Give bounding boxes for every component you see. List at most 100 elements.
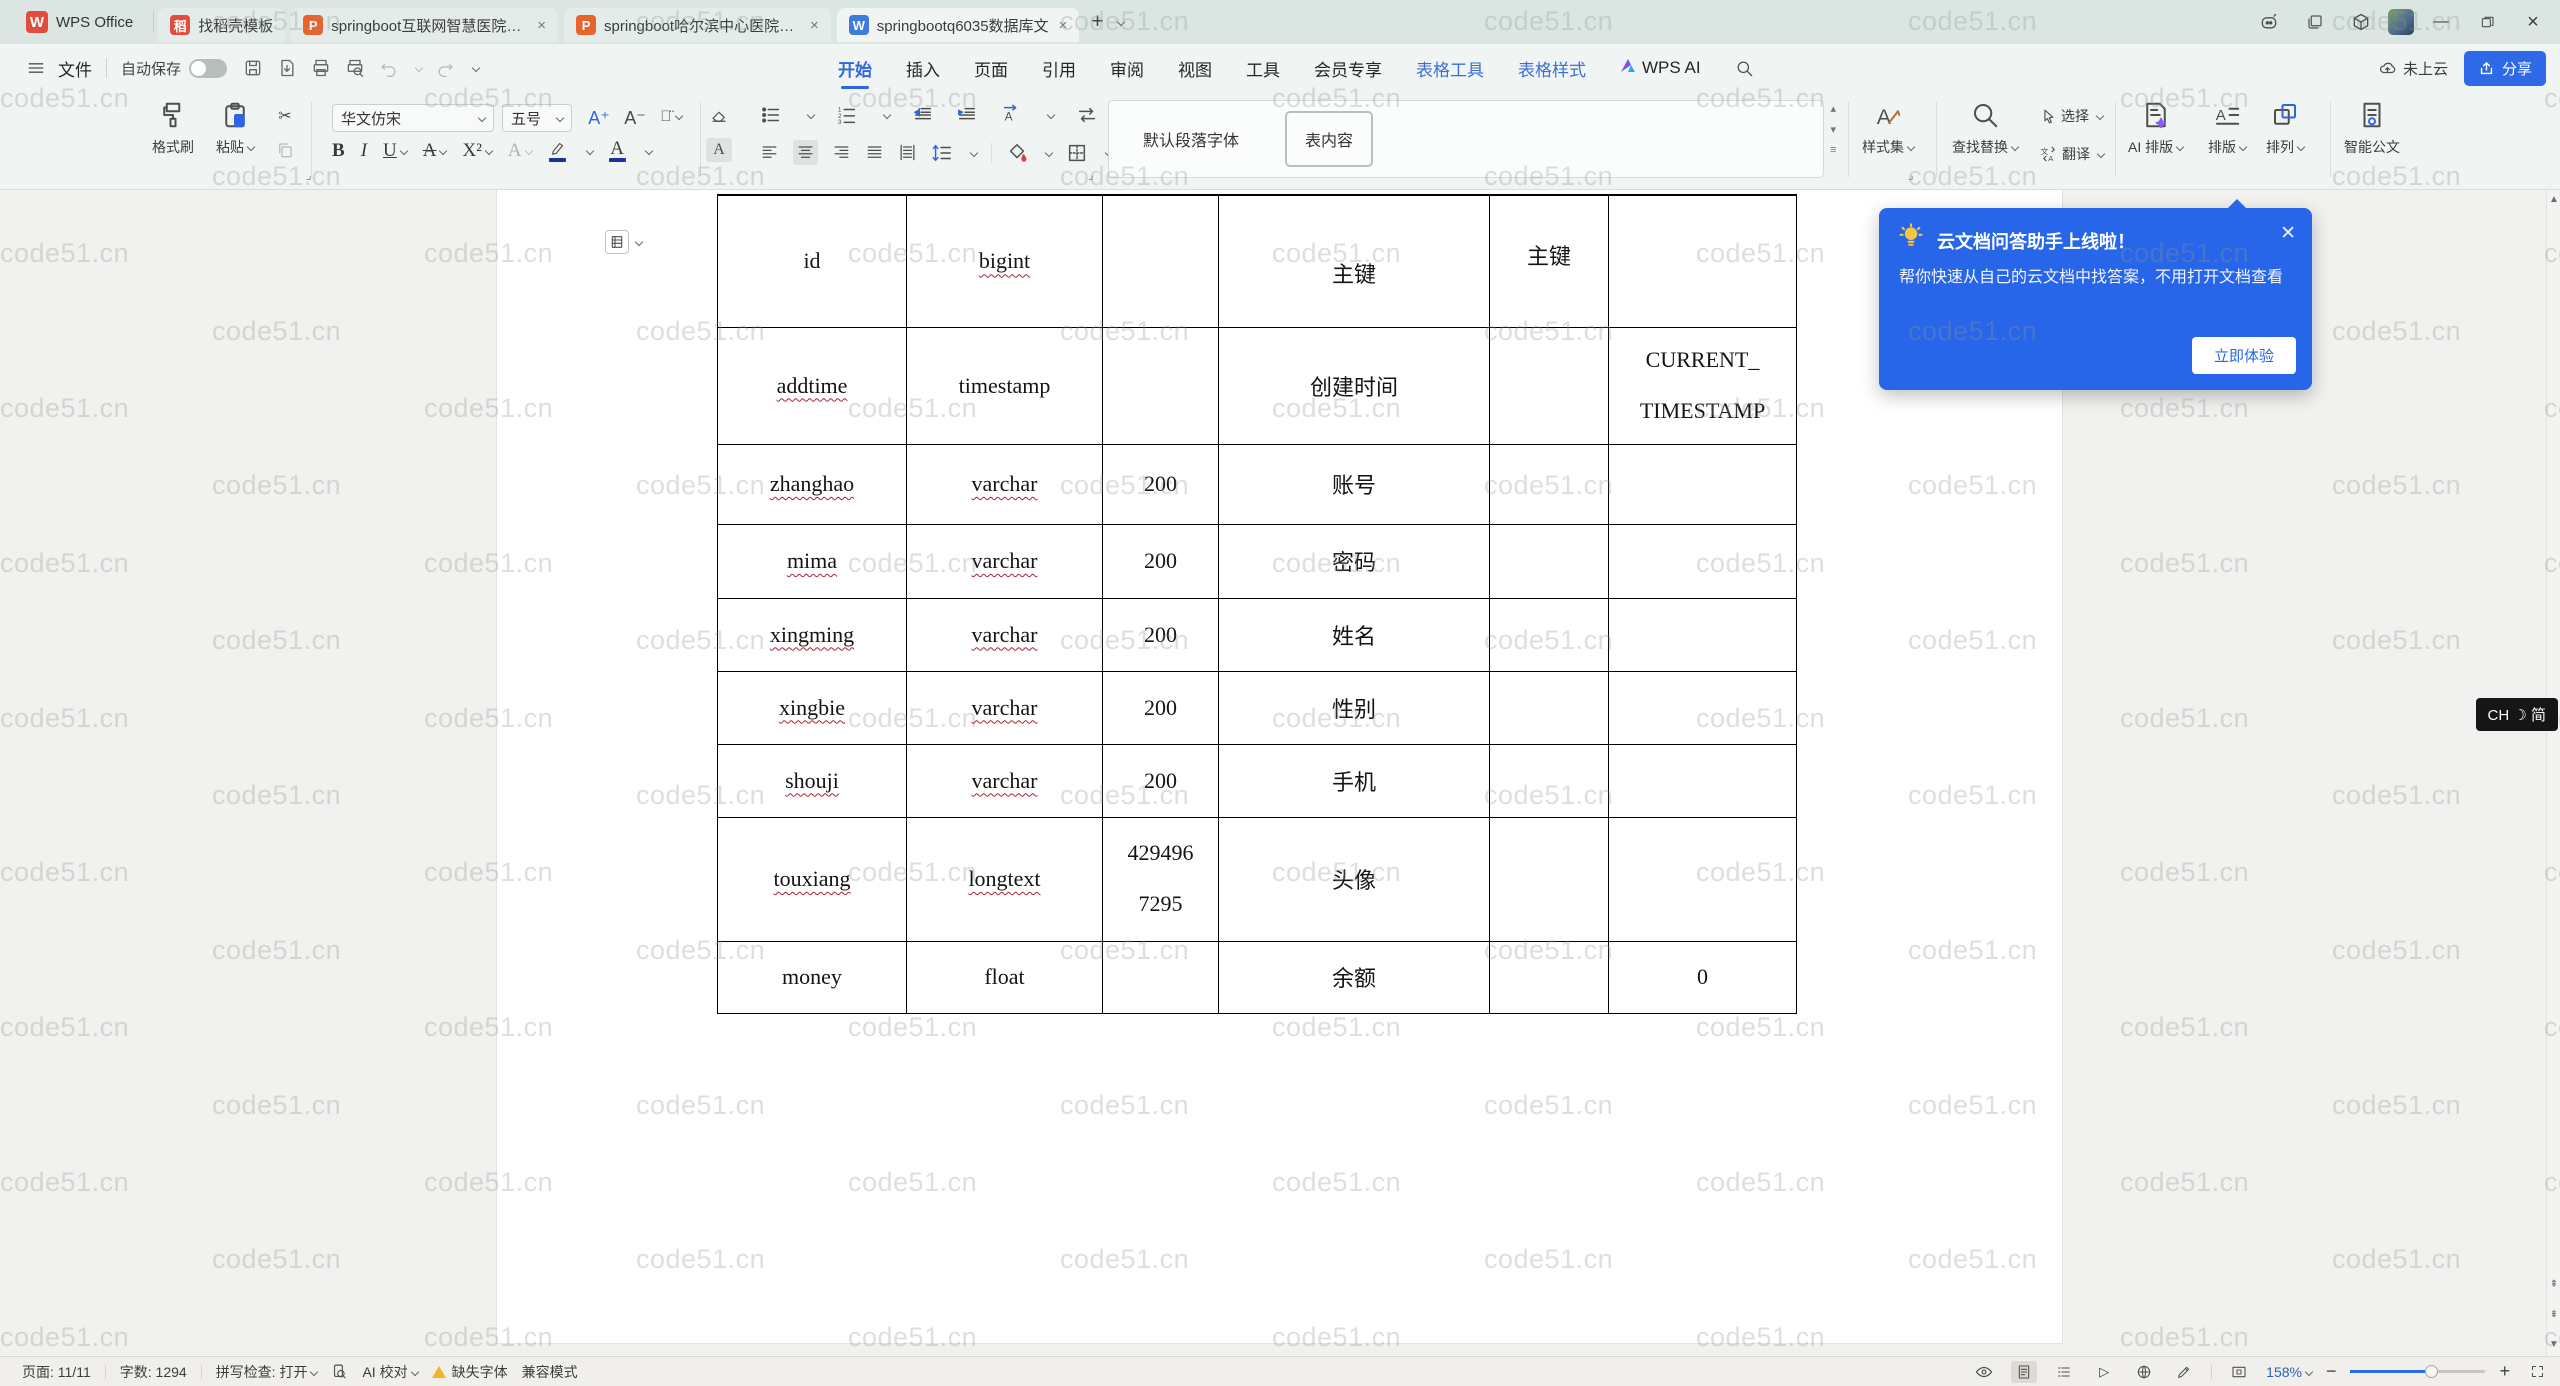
menu-tab-7[interactable]: 会员专享 (1314, 44, 1382, 92)
export-pdf-button[interactable] (277, 58, 297, 78)
table-cell[interactable]: touxiang (717, 816, 907, 942)
assistant-icon[interactable] (2250, 7, 2288, 37)
find-replace-button[interactable]: 查找替换 (1952, 100, 2020, 157)
table-cell[interactable]: varchar (906, 523, 1103, 599)
spellcheck-status[interactable]: 拼写检查: 打开 (216, 1362, 319, 1382)
user-avatar[interactable] (2388, 9, 2414, 35)
ai-layout-button[interactable]: AI 排版 (2128, 100, 2185, 157)
highlight-color-button[interactable] (548, 140, 567, 162)
table-cell[interactable]: 主键 (1489, 194, 1609, 328)
table-cell[interactable]: varchar (906, 443, 1103, 525)
document-tab-2[interactable]: P springboot哈尔滨中心医院用户移动 × (564, 8, 831, 42)
zoom-level[interactable]: 158% (2266, 1364, 2314, 1380)
underline-button[interactable]: U (383, 140, 408, 162)
minimize-button[interactable]: — (2422, 7, 2460, 37)
menu-tab-8[interactable]: 表格工具 (1416, 44, 1484, 92)
scroll-down-icon[interactable]: ▼ (2547, 1339, 2560, 1350)
distribute-button[interactable] (898, 143, 917, 162)
table-cell[interactable]: varchar (906, 597, 1103, 672)
table-cell[interactable]: 429496 7295 (1102, 816, 1219, 942)
menu-tab-9[interactable]: 表格样式 (1518, 44, 1586, 92)
table-cell[interactable] (1608, 743, 1797, 818)
workspace-cube-icon[interactable] (2342, 7, 2380, 37)
table-cell[interactable]: 账号 (1218, 443, 1490, 525)
fit-page-icon[interactable] (2226, 1361, 2252, 1383)
share-button[interactable]: 分享 (2463, 50, 2546, 86)
page-indicator[interactable]: 页面: 11/11 (22, 1362, 91, 1382)
table-cell[interactable]: bigint (906, 194, 1103, 328)
arrange-button[interactable]: 排列 (2266, 100, 2306, 157)
outline-view-icon[interactable] (2051, 1361, 2077, 1383)
compat-mode[interactable]: 兼容模式 (522, 1362, 578, 1382)
new-tab-button[interactable]: + (1091, 10, 1103, 34)
popup-try-button[interactable]: 立即体验 (2191, 337, 2296, 374)
wps-home-button[interactable]: W WPS Office (10, 6, 149, 38)
text-direction-button[interactable]: A (1000, 104, 1022, 126)
quickbar-more-chevron-icon[interactable] (471, 63, 481, 73)
strikethrough-button[interactable]: A (423, 140, 448, 162)
font-color-button[interactable]: A (608, 139, 626, 162)
table-handle[interactable] (605, 230, 644, 254)
page-view-icon[interactable] (2011, 1360, 2038, 1383)
group-expander-icon[interactable]: ⌟ (1908, 168, 1914, 182)
smart-doc-button[interactable]: 智能公文 (2344, 100, 2400, 157)
table-cell[interactable]: id (717, 194, 907, 328)
print-button[interactable] (311, 58, 331, 78)
autosave-control[interactable]: 自动保存 (121, 58, 228, 79)
close-button[interactable]: × (2514, 7, 2552, 37)
menu-tab-1[interactable]: 插入 (906, 44, 940, 92)
bold-button[interactable]: B (332, 140, 345, 162)
font-size-select[interactable]: 五号 (502, 104, 572, 132)
zoom-in-button[interactable]: + (2499, 1361, 2510, 1382)
undo-button[interactable] (379, 59, 398, 78)
table-cell[interactable]: 余额 (1218, 940, 1490, 1014)
table-cell[interactable]: 200 (1102, 443, 1219, 525)
layout-button[interactable]: A 排版 (2208, 100, 2248, 157)
document-tab-0[interactable]: 稻 找稻壳模板 (158, 8, 286, 42)
borders-button[interactable] (1066, 142, 1088, 164)
style-chip-0[interactable]: 默认段落字体 (1123, 111, 1259, 167)
table-cell[interactable] (1608, 443, 1797, 525)
table-cell[interactable]: 200 (1102, 670, 1219, 745)
table-cell[interactable] (1608, 523, 1797, 599)
select-button[interactable]: 选择 (2061, 106, 2089, 126)
ink-icon[interactable] (2171, 1361, 2197, 1383)
popup-close-icon[interactable]: ✕ (2280, 222, 2296, 245)
copy-button[interactable] (272, 138, 298, 162)
print-preview-button[interactable] (345, 58, 365, 78)
table-cell[interactable]: 200 (1102, 743, 1219, 818)
table-cell[interactable] (1489, 743, 1609, 818)
table-cell[interactable]: xingbie (717, 670, 907, 745)
windows-stack-icon[interactable] (2296, 7, 2334, 37)
redo-button[interactable] (436, 59, 455, 78)
ai-proof-button[interactable]: AI 校对 (362, 1362, 419, 1382)
table-cell[interactable] (1489, 940, 1609, 1014)
fullscreen-icon[interactable] (2524, 1361, 2550, 1383)
align-right-button[interactable] (832, 143, 851, 162)
table-cell[interactable]: longtext (906, 816, 1103, 942)
table-cell[interactable]: addtime (717, 326, 907, 445)
ime-indicator[interactable]: CH ☽ 简 (2475, 698, 2558, 731)
table-cell[interactable]: mima (717, 523, 907, 599)
table-cell[interactable]: zhanghao (717, 443, 907, 525)
save-button[interactable] (243, 58, 263, 78)
next-page-icon[interactable]: ⇟ (2547, 1309, 2560, 1320)
table-cell[interactable]: 主键 (1218, 194, 1490, 328)
table-cell[interactable] (1102, 194, 1219, 328)
vertical-scrollbar[interactable]: ▲ ⇞ ⇟ ▼ (2546, 190, 2560, 1356)
menu-tab-2[interactable]: 页面 (974, 44, 1008, 92)
numbered-list-button[interactable]: 123 (836, 104, 858, 126)
word-count[interactable]: 字数: 1294 (120, 1362, 187, 1382)
menu-tab-6[interactable]: 工具 (1246, 44, 1280, 92)
grow-font-button[interactable]: A⁺ (586, 106, 612, 130)
zoom-slider[interactable] (2350, 1365, 2486, 1378)
table-cell[interactable] (1102, 326, 1219, 445)
table-cell[interactable]: timestamp (906, 326, 1103, 445)
table-cell[interactable] (1608, 670, 1797, 745)
cloud-status[interactable]: 未上云 (2378, 58, 2448, 79)
eye-protect-icon[interactable] (1971, 1361, 1997, 1383)
main-menu-icon[interactable] (26, 58, 46, 78)
superscript-button[interactable]: X² (462, 140, 494, 162)
tab-close-icon[interactable]: × (1059, 17, 1068, 34)
menu-tab-10[interactable]: WPS AI (1620, 44, 1701, 92)
